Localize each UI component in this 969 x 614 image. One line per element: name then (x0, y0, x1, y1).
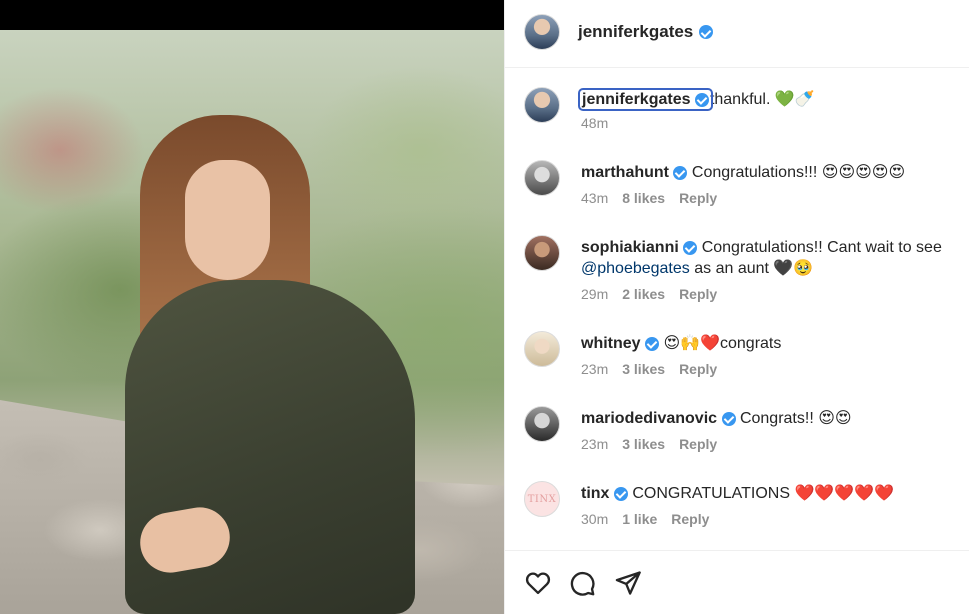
comment-icon[interactable] (568, 569, 596, 597)
reply-button[interactable]: Reply (679, 286, 717, 302)
post-photo[interactable] (0, 30, 504, 614)
post-header: jenniferkgates (505, 0, 969, 68)
caption-time[interactable]: 48m (581, 115, 608, 131)
author-username[interactable]: jenniferkgates (578, 22, 714, 42)
comment-avatar[interactable] (524, 331, 560, 367)
caption-avatar[interactable] (524, 87, 560, 123)
comment-text-after: as an aunt 🖤🥹 (689, 260, 814, 277)
verified-badge-icon (694, 92, 709, 107)
comment-meta: 23m 3 likes Reply (581, 361, 731, 377)
photo-person-face (185, 160, 270, 280)
comment-username[interactable]: marthahunt (581, 164, 669, 181)
reply-button[interactable]: Reply (671, 511, 709, 527)
comment-username[interactable]: mariodedivanovic (581, 410, 717, 427)
comment-time[interactable]: 30m (581, 511, 608, 527)
caption-body: jenniferkgates thankful. 💚🍼 (578, 88, 956, 111)
comment-likes[interactable]: 3 likes (622, 436, 665, 452)
mention-link[interactable]: @phoebegates (581, 260, 690, 277)
comment-meta: 29m 2 likes Reply (581, 286, 731, 302)
comment-avatar[interactable] (524, 235, 560, 271)
comment-meta: 30m 1 like Reply (581, 511, 723, 527)
caption-meta: 48m (581, 115, 622, 131)
comment-body: marthahunt Congratulations!!! 😍😍😍😍😍 (581, 162, 956, 183)
comment-text: CONGRATULATIONS ❤️❤️❤️❤️❤️ (632, 485, 895, 502)
comment-avatar[interactable] (524, 160, 560, 196)
reply-button[interactable]: Reply (679, 361, 717, 377)
author-username-text[interactable]: jenniferkgates (578, 22, 693, 42)
comment-time[interactable]: 43m (581, 190, 608, 206)
comment-body: mariodedivanovic Congrats!! 😍😍 (581, 408, 956, 429)
comment-text: 😍🙌❤️congrats (663, 335, 782, 352)
comment-likes[interactable]: 1 like (622, 511, 657, 527)
verified-badge-icon (613, 486, 628, 501)
comment-text: Congratulations!! Cant wait to see (701, 239, 942, 256)
verified-badge-icon (683, 240, 698, 255)
comment-body: whitney 😍🙌❤️congrats (581, 333, 956, 354)
comment-text: Congratulations!!! 😍😍😍😍😍 (691, 164, 906, 181)
media-top-bar (0, 0, 504, 30)
comment-body: sophiakianni Congratulations!! Cant wait… (581, 237, 956, 279)
comment-avatar[interactable] (524, 406, 560, 442)
comment-likes[interactable]: 3 likes (622, 361, 665, 377)
post-media[interactable] (0, 0, 504, 614)
comment-body: tinx CONGRATULATIONS ❤️❤️❤️❤️❤️ (581, 483, 956, 504)
avatar-logo-text: TINX (527, 493, 557, 505)
reply-button[interactable]: Reply (679, 190, 717, 206)
comment-meta: 43m 8 likes Reply (581, 190, 731, 206)
heart-icon[interactable] (524, 569, 552, 597)
verified-badge-icon (721, 411, 736, 426)
comment-username[interactable]: sophiakianni (581, 239, 679, 256)
comment-likes[interactable]: 2 likes (622, 286, 665, 302)
caption-username-focused[interactable]: jenniferkgates (578, 88, 713, 111)
caption-text: thankful. 💚🍼 (709, 91, 815, 108)
comment-time[interactable]: 29m (581, 286, 608, 302)
verified-badge-icon (673, 165, 688, 180)
comment-avatar[interactable]: TINX (524, 481, 560, 517)
verified-badge-icon (699, 25, 714, 39)
post-actions-bar (505, 550, 969, 614)
verified-badge-icon (645, 336, 660, 351)
post-side-panel: jenniferkgates jenniferkgates thankful. … (504, 0, 969, 614)
comment-likes[interactable]: 8 likes (622, 190, 665, 206)
comment-meta: 23m 3 likes Reply (581, 436, 731, 452)
comment-time[interactable]: 23m (581, 436, 608, 452)
comment-username[interactable]: whitney (581, 335, 641, 352)
caption-username[interactable]: jenniferkgates (582, 91, 690, 108)
comment-username[interactable]: tinx (581, 485, 609, 502)
comment-time[interactable]: 23m (581, 361, 608, 377)
reply-button[interactable]: Reply (679, 436, 717, 452)
author-avatar[interactable] (524, 14, 560, 50)
comment-text: Congrats!! 😍😍 (739, 410, 852, 427)
share-icon[interactable] (614, 569, 642, 597)
